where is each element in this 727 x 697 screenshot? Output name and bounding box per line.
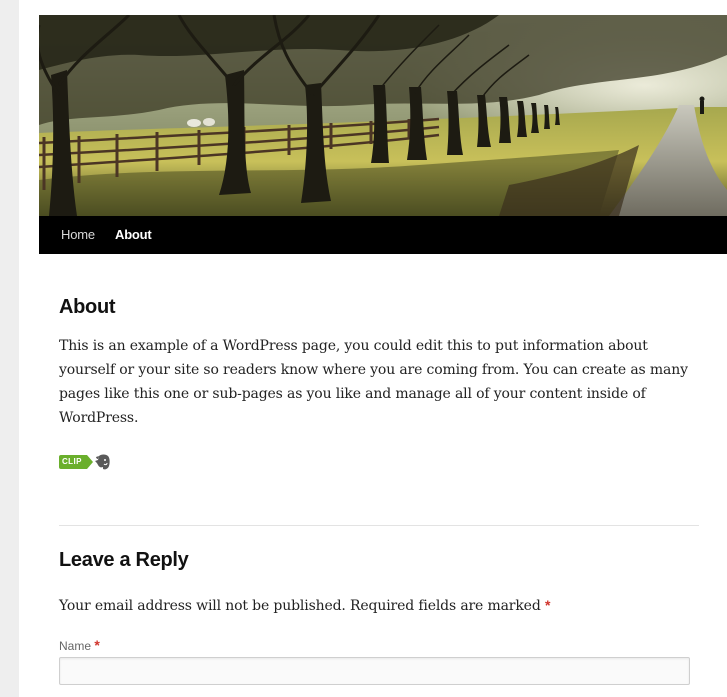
divider — [59, 525, 699, 526]
name-label: Name * — [59, 637, 100, 653]
clip-button[interactable]: CLIP — [59, 455, 93, 469]
nav-item-home[interactable]: Home — [61, 227, 95, 242]
reply-title: Leave a Reply — [59, 549, 189, 571]
name-label-text: Name — [59, 639, 92, 653]
main-navigation: Home About — [39, 216, 727, 254]
header-photo — [39, 15, 727, 216]
clip-label: CLIP — [62, 457, 82, 466]
entry-content: This is an example of a WordPress page, … — [59, 338, 688, 426]
name-field[interactable] — [59, 657, 690, 685]
page-title: About — [59, 296, 116, 318]
evernote-elephant-icon[interactable] — [95, 454, 111, 471]
name-required-mark: * — [94, 637, 100, 653]
nav-item-about[interactable]: About — [115, 227, 152, 242]
comment-notes-text: Your email address will not be published… — [59, 598, 541, 614]
header-image[interactable] — [39, 15, 727, 216]
comment-notes: Your email address will not be published… — [59, 593, 550, 618]
page-gutter — [0, 0, 19, 697]
page: Home About About This is an example of a… — [39, 0, 727, 697]
required-mark: * — [544, 597, 551, 613]
